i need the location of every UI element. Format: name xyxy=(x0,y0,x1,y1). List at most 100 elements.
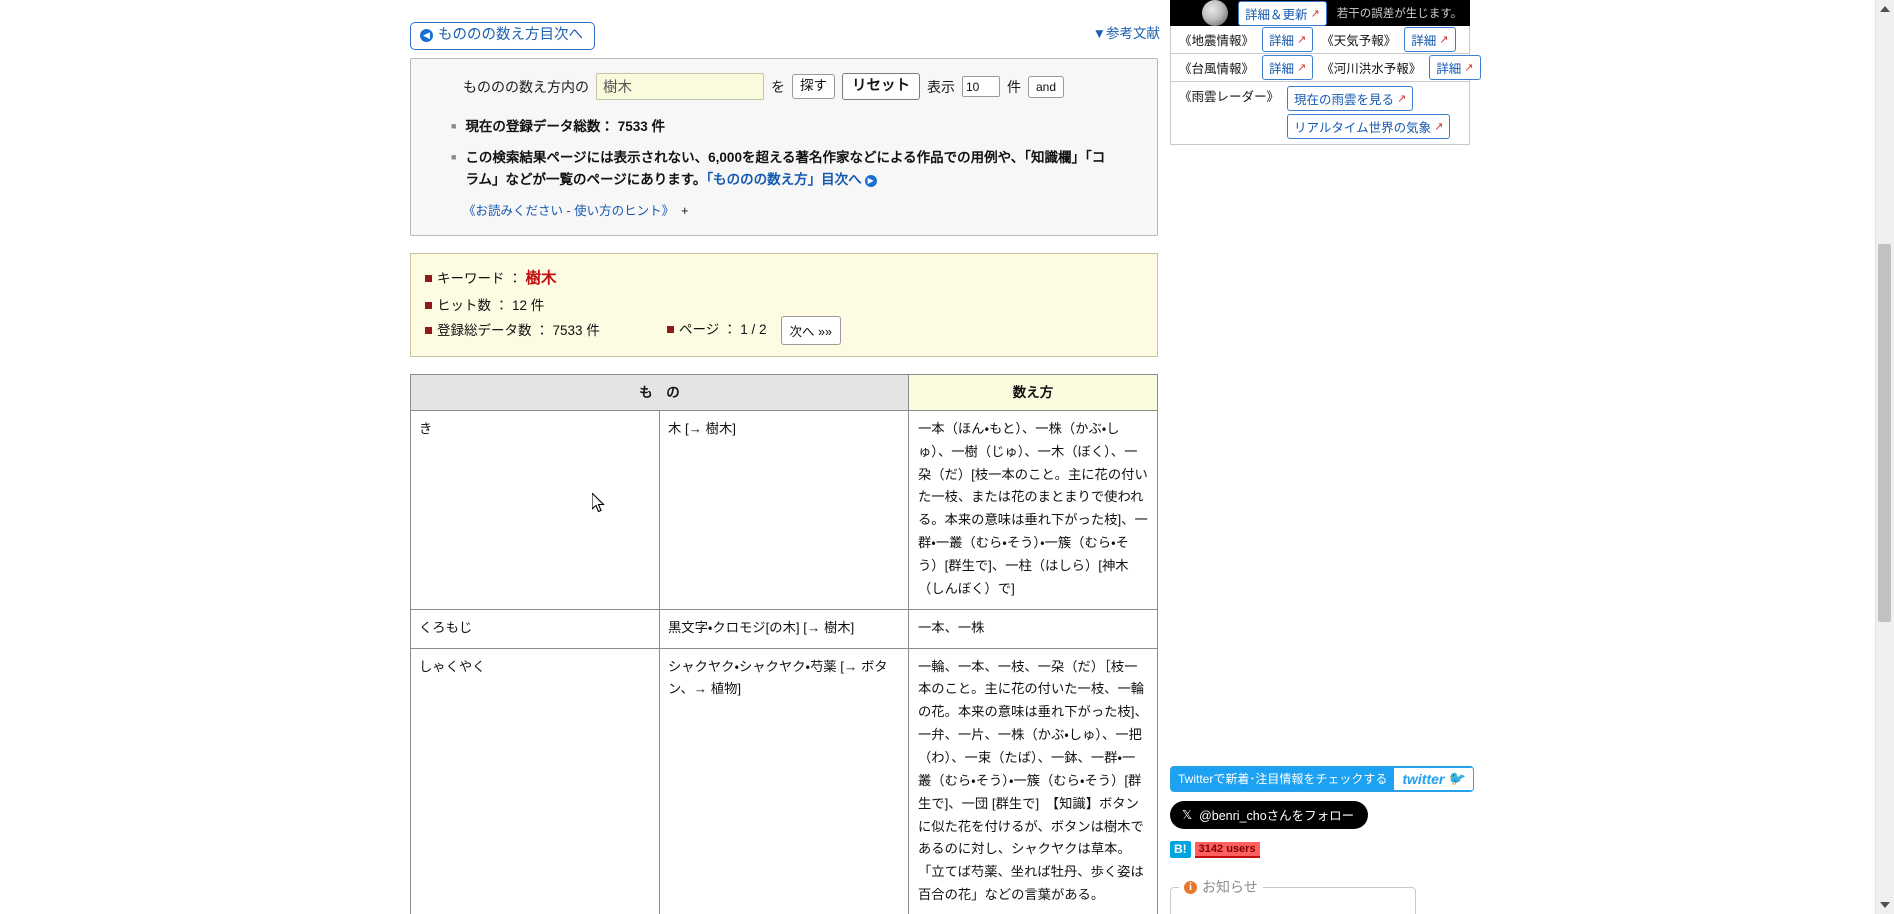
back-to-index-button[interactable]: ◀ もののの数え方目次へ xyxy=(410,22,595,50)
cell-word: 黒文字・クロモジ[の木] [→ 樹木] xyxy=(659,608,909,649)
index-inline-link[interactable]: 「もののの数え方」目次へ xyxy=(706,172,861,187)
count-unit-label: 件 xyxy=(1007,78,1021,95)
rain-radar-buttons: 現在の雨雲を見る ↗ リアルタイム世界の気象 ↗ xyxy=(1287,86,1451,139)
summary-total-value: 7533 件 xyxy=(552,322,600,338)
typhoon-info-label: 《台風情報》 xyxy=(1179,62,1255,76)
weather-row-earthquake-forecast: 《地震情報》 詳細 ↗ 《天気予報》 詳細 ↗ xyxy=(1170,26,1470,54)
note-extra-info: ■ この検索結果ページには表示されない、6,000を超える著名作家などによる作品… xyxy=(451,147,1145,191)
twitter-check-bar[interactable]: Twitterで新着･注目情報をチェックする twitter 🐦 xyxy=(1170,766,1474,792)
note-total-data: ■ 現在の登録データ総数： 7533 件 xyxy=(451,116,1145,138)
external-link-icon: ↗ xyxy=(1439,34,1449,46)
column-header-mono: も の xyxy=(410,373,909,411)
table-header-row: も の 数え方 xyxy=(410,373,1158,411)
page-scrollbar[interactable] xyxy=(1875,0,1894,914)
typhoon-detail-button[interactable]: 詳細 ↗ xyxy=(1262,55,1314,80)
moon-icon xyxy=(1202,0,1228,26)
result-summary-box: キーワード ： 樹木 ヒット数 ： 12 件 登録総データ数 ： 7533 件 … xyxy=(410,252,1158,357)
cell-kazoe: 一輪、一本、一枝、一朶（だ）［枝一本のこと。主に花の付いた一枝、一輪の花。本来の… xyxy=(908,647,1158,914)
note-extra-info-text: この検索結果ページには表示されない、6,000を超える著名作家などによる作品での… xyxy=(465,147,1111,191)
external-link-icon: ↗ xyxy=(1464,62,1474,74)
pagination-label: ページ ： xyxy=(679,321,737,337)
weather-detail-label: 詳細 xyxy=(1411,34,1437,48)
and-operator-button[interactable]: and xyxy=(1028,75,1065,98)
search-button[interactable]: 探す xyxy=(792,74,835,100)
scroll-up-arrow-icon[interactable] xyxy=(1880,6,1890,12)
x-follow-label: @benri_choさんをフォロー xyxy=(1199,809,1355,823)
chevron-left-circle-icon: ◀ xyxy=(420,28,433,42)
search-prefix-label: もののの数え方内の xyxy=(463,78,589,95)
moon-phase-widget: 詳細＆更新 ↗ 若干の誤差が生じます。 xyxy=(1170,0,1470,26)
results-table-body: き 木 [→ 樹木] 一本（ほん・もと）、一株（かぶ・しゅ）、一樹（じゅ）、一木… xyxy=(410,409,1158,914)
earthquake-info-label: 《地震情報》 xyxy=(1179,34,1255,48)
reset-button[interactable]: リセット xyxy=(842,73,920,101)
moon-accuracy-note: 若干の誤差が生じます。 xyxy=(1336,8,1463,20)
hatena-bookmark-row: B! 3142 users xyxy=(1170,841,1470,858)
table-row: しゃくやく シャクヤク・シャクヤク・芍薬 [→ ボタン、→ 植物] 一輪、一本、… xyxy=(410,647,1158,914)
summary-hits-value: 12 件 xyxy=(512,297,545,313)
hatena-bookmark-icon[interactable]: B! xyxy=(1170,841,1191,858)
weather-row-typhoon-flood: 《台風情報》 詳細 ↗ 《河川洪水予報》 詳細 ↗ xyxy=(1170,54,1481,82)
external-link-icon: ↗ xyxy=(1434,121,1444,133)
summary-hits-label: ヒット数 ： xyxy=(437,297,509,313)
search-input[interactable] xyxy=(596,73,764,101)
red-square-bullet-icon xyxy=(425,274,432,282)
twitter-check-label: Twitterで新着･注目情報をチェックする xyxy=(1178,772,1388,786)
search-row: もののの数え方内の を 探す リセット 表示 件 and xyxy=(423,73,1145,101)
cell-word: 木 [→ 樹木] xyxy=(659,409,909,610)
notice-legend-label: お知らせ xyxy=(1202,879,1258,895)
main-content: ◀ もののの数え方目次へ ▼参考文献 もののの数え方内の を 探す リセット 表… xyxy=(410,0,1160,914)
external-link-icon: ↗ xyxy=(1297,34,1307,46)
external-link-icon: ↗ xyxy=(1397,93,1407,105)
typhoon-detail-label: 詳細 xyxy=(1269,62,1295,76)
pagination-value: 1 / 2 xyxy=(740,321,767,337)
top-nav-row: ◀ もののの数え方目次へ ▼参考文献 xyxy=(410,0,1160,58)
display-count-label: 表示 xyxy=(927,78,955,95)
next-page-button[interactable]: 次へ »» xyxy=(780,315,841,345)
view-current-rain-label: 現在の雨雲を見る xyxy=(1294,93,1395,107)
info-icon: i xyxy=(1184,880,1197,894)
cell-kana: くろもじ xyxy=(410,608,660,649)
note-total-data-text: 現在の登録データ総数： 7533 件 xyxy=(465,119,665,135)
table-row: き 木 [→ 樹木] 一本（ほん・もと）、一株（かぶ・しゅ）、一樹（じゅ）、一木… xyxy=(410,409,1158,610)
usage-hint-toggle[interactable]: 《お読みください - 使い方のヒント》 + xyxy=(451,200,1145,219)
weather-forecast-label: 《天気予報》 xyxy=(1321,34,1397,48)
scrollbar-thumb[interactable] xyxy=(1878,244,1891,622)
social-block: Twitterで新着･注目情報をチェックする twitter 🐦 𝕏 @benri… xyxy=(1170,766,1474,858)
hatena-users-count[interactable]: 3142 users xyxy=(1194,841,1260,858)
twitter-logo-icon: twitter 🐦 xyxy=(1394,768,1473,790)
summary-keyword-value: 樹木 xyxy=(525,269,557,287)
cell-kazoe: 一本（ほん・もと）、一株（かぶ・しゅ）、一樹（じゅ）、一木（ぼく）、一朶（だ）[… xyxy=(908,409,1158,610)
notice-legend: i お知らせ xyxy=(1179,877,1263,897)
display-count-input[interactable] xyxy=(962,76,1000,98)
river-flood-label: 《河川洪水予報》 xyxy=(1321,62,1422,76)
pagination-info: ページ ： 1 / 2 xyxy=(667,322,767,338)
view-current-rain-button[interactable]: 現在の雨雲を見る ↗ xyxy=(1287,86,1414,111)
river-flood-detail-button[interactable]: 詳細 ↗ xyxy=(1429,55,1481,80)
earthquake-detail-button[interactable]: 詳細 ↗ xyxy=(1262,27,1314,52)
column-header-kazoe: 数え方 xyxy=(908,373,1158,411)
cell-kana: き xyxy=(410,409,660,610)
page-root: ◀ もののの数え方目次へ ▼参考文献 もののの数え方内の を 探す リセット 表… xyxy=(0,0,1894,914)
x-logo-icon: 𝕏 xyxy=(1182,808,1193,822)
weather-detail-button[interactable]: 詳細 ↗ xyxy=(1404,27,1456,52)
x-follow-button[interactable]: 𝕏 @benri_choさんをフォロー xyxy=(1170,801,1369,829)
earthquake-detail-label: 詳細 xyxy=(1269,34,1295,48)
realtime-world-weather-label: リアルタイム世界の気象 xyxy=(1294,121,1432,135)
search-particle-label: を xyxy=(771,78,785,95)
scroll-down-arrow-icon[interactable] xyxy=(1880,902,1890,908)
usage-hint-label: 《お読みください - 使い方のヒント》 xyxy=(463,203,675,218)
notes-block: ■ 現在の登録データ総数： 7533 件 ■ この検索結果ページには表示されない… xyxy=(423,106,1145,219)
realtime-world-weather-button[interactable]: リアルタイム世界の気象 ↗ xyxy=(1287,114,1451,139)
red-square-bullet-icon xyxy=(425,326,432,334)
references-link[interactable]: ▼参考文献 xyxy=(1093,22,1160,42)
external-link-icon: ↗ xyxy=(1310,7,1320,20)
twitter-logo-text: twitter xyxy=(1402,770,1445,787)
square-bullet-icon: ■ xyxy=(451,152,457,163)
moon-detail-update-button[interactable]: 詳細＆更新 ↗ xyxy=(1238,0,1327,26)
river-flood-detail-label: 詳細 xyxy=(1436,62,1462,76)
back-to-index-label: もののの数え方目次へ xyxy=(438,27,583,43)
summary-total-label: 登録総データ数 ： xyxy=(437,322,549,338)
chevron-right-circle-icon: ▶ xyxy=(864,175,877,188)
pagination-group: ページ ： 1 / 2 次へ »» xyxy=(667,315,841,345)
moon-detail-update-label: 詳細＆更新 xyxy=(1245,7,1308,22)
